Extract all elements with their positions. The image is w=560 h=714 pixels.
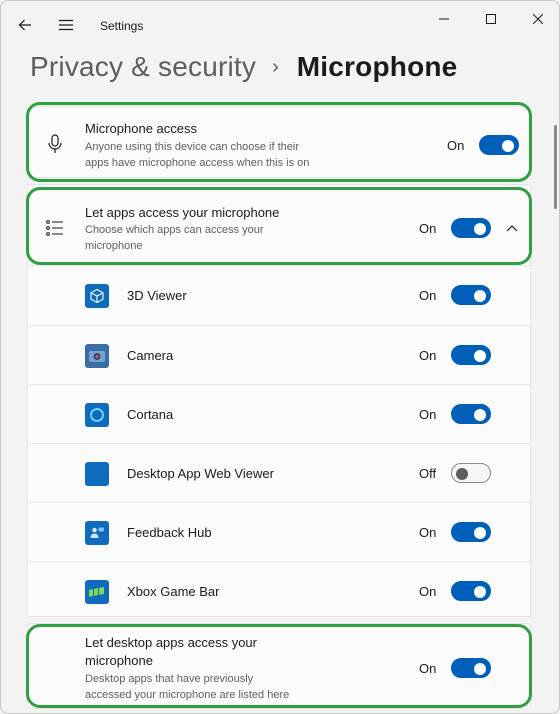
breadcrumb: Privacy & security › Microphone: [30, 47, 457, 87]
let-apps-access-description-line2: microphone: [85, 240, 143, 252]
close-button[interactable]: [515, 7, 559, 31]
feedback-hub-icon: [85, 521, 109, 545]
feedback-hub-toggle[interactable]: [451, 522, 491, 542]
maximize-button[interactable]: [468, 7, 514, 31]
camera-toggle[interactable]: [451, 345, 491, 365]
microphone-access-card: Microphone access Anyone using this devi…: [27, 106, 531, 178]
desktop-apps-access-description-line1: Desktop apps that have previously: [85, 673, 254, 685]
settings-window: Settings Privacy & security › Microphone…: [0, 0, 560, 714]
app-state: On: [419, 525, 437, 540]
let-apps-access-state: On: [419, 221, 437, 236]
xbox-game-bar-icon: [85, 580, 109, 604]
desktop-apps-access-toggle[interactable]: [451, 658, 491, 678]
microphone-access-description-line1: Anyone using this device can choose if t…: [85, 141, 300, 153]
app-state: On: [419, 584, 437, 599]
desktop-app-web-viewer-icon: [85, 462, 109, 486]
app-state: On: [419, 288, 437, 303]
app-row-3d-viewer: 3D Viewer On: [28, 266, 530, 325]
breadcrumb-parent-link[interactable]: Privacy & security: [30, 51, 256, 83]
app-state: Off: [419, 466, 437, 481]
app-title: Settings: [100, 19, 144, 33]
app-row-feedback-hub: Feedback Hub On: [28, 502, 530, 561]
settings-content: Microphone access Anyone using this devi…: [27, 106, 531, 713]
app-name: 3D Viewer: [127, 288, 187, 303]
back-arrow-icon: [18, 19, 31, 31]
xbox-game-bar-toggle[interactable]: [451, 581, 491, 601]
app-name: Cortana: [127, 407, 174, 422]
app-row-camera: Camera On: [28, 325, 530, 384]
close-icon: [533, 14, 543, 24]
app-permission-list: 3D Viewer On Camera On Cortana On Deskto…: [27, 266, 531, 617]
3d-viewer-icon: [85, 284, 109, 308]
chevron-up-icon[interactable]: [506, 224, 518, 232]
page-title: Microphone: [296, 51, 458, 82]
desktop-apps-access-state: On: [419, 661, 437, 676]
microphone-icon: [48, 134, 62, 153]
app-state: On: [419, 348, 437, 363]
desktop-app-web-viewer-toggle[interactable]: [451, 463, 491, 483]
let-apps-access-title: Let apps access your microphone: [85, 205, 280, 220]
microphone-access-toggle[interactable]: [479, 135, 519, 155]
app-row-xbox-game-bar: Xbox Game Bar On: [28, 561, 530, 617]
breadcrumb-chevron-icon: ›: [272, 55, 279, 78]
desktop-apps-access-description-line2: accessed your microphone are listed here: [85, 689, 290, 701]
app-list-icon: [46, 220, 63, 236]
back-button[interactable]: [11, 11, 39, 39]
app-name: Camera: [127, 348, 174, 363]
desktop-apps-access-title-line1: Let desktop apps access your: [85, 635, 257, 650]
3d-viewer-toggle[interactable]: [451, 285, 491, 305]
minimize-icon: [439, 18, 449, 20]
let-apps-access-description-line1: Choose which apps can access your: [85, 224, 264, 236]
navigation-menu-button[interactable]: [52, 11, 80, 39]
maximize-icon: [486, 14, 496, 24]
app-name: Feedback Hub: [127, 525, 212, 540]
microphone-access-description-line2: apps have microphone access when this is…: [85, 157, 310, 169]
cortana-icon: [85, 403, 109, 427]
let-apps-access-toggle[interactable]: [451, 218, 491, 238]
app-row-desktop-app-web-viewer: Desktop App Web Viewer Off: [28, 443, 530, 502]
app-name: Desktop App Web Viewer: [127, 466, 274, 481]
scrollbar-thumb[interactable]: [554, 125, 557, 209]
app-row-cortana: Cortana On: [28, 384, 530, 443]
cortana-toggle[interactable]: [451, 404, 491, 424]
title-bar: Settings: [1, 1, 559, 49]
camera-icon: [85, 344, 109, 368]
desktop-apps-access-title-line2: microphone: [85, 653, 153, 668]
microphone-access-state: On: [447, 138, 465, 153]
app-name: Xbox Game Bar: [127, 584, 220, 599]
minimize-button[interactable]: [421, 7, 467, 31]
microphone-access-title: Microphone access: [85, 121, 197, 136]
hamburger-menu-icon: [59, 19, 73, 31]
let-apps-access-card[interactable]: Let apps access your microphone Choose w…: [27, 184, 531, 266]
desktop-apps-access-card: Let desktop apps access your microphone …: [27, 623, 531, 709]
app-state: On: [419, 407, 437, 422]
